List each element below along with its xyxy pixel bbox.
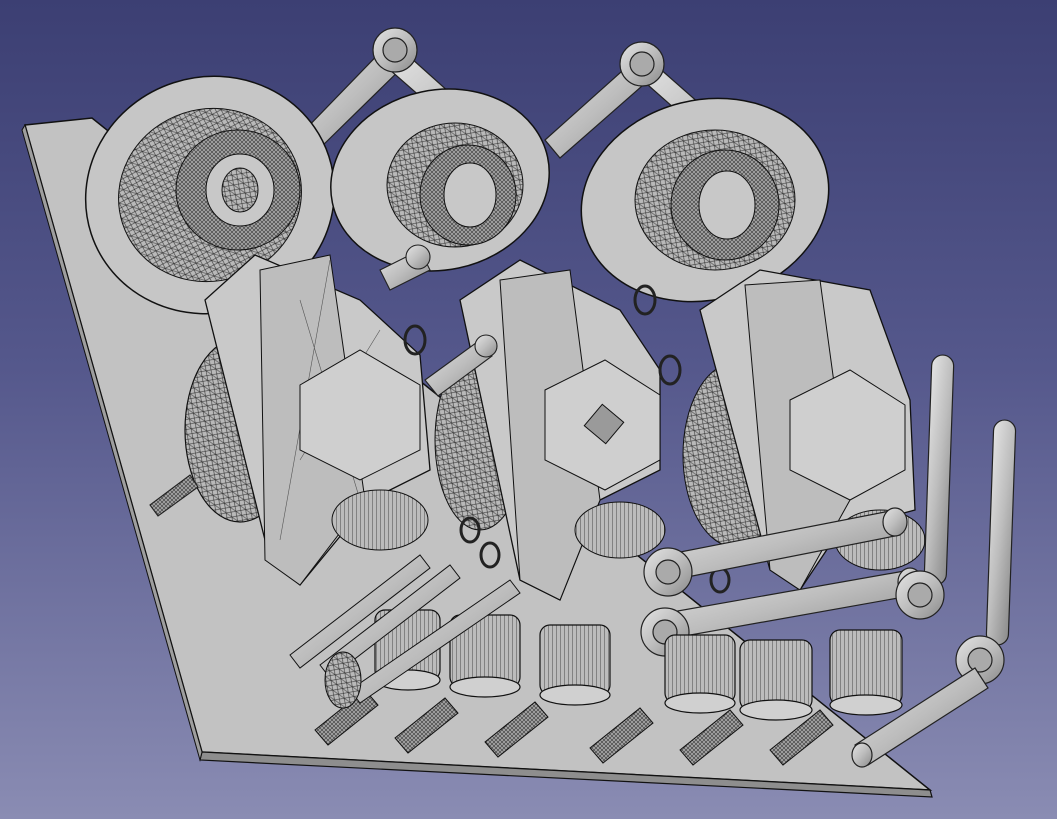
cad-scene[interactable] xyxy=(0,0,1057,819)
3d-viewport[interactable] xyxy=(0,0,1057,819)
